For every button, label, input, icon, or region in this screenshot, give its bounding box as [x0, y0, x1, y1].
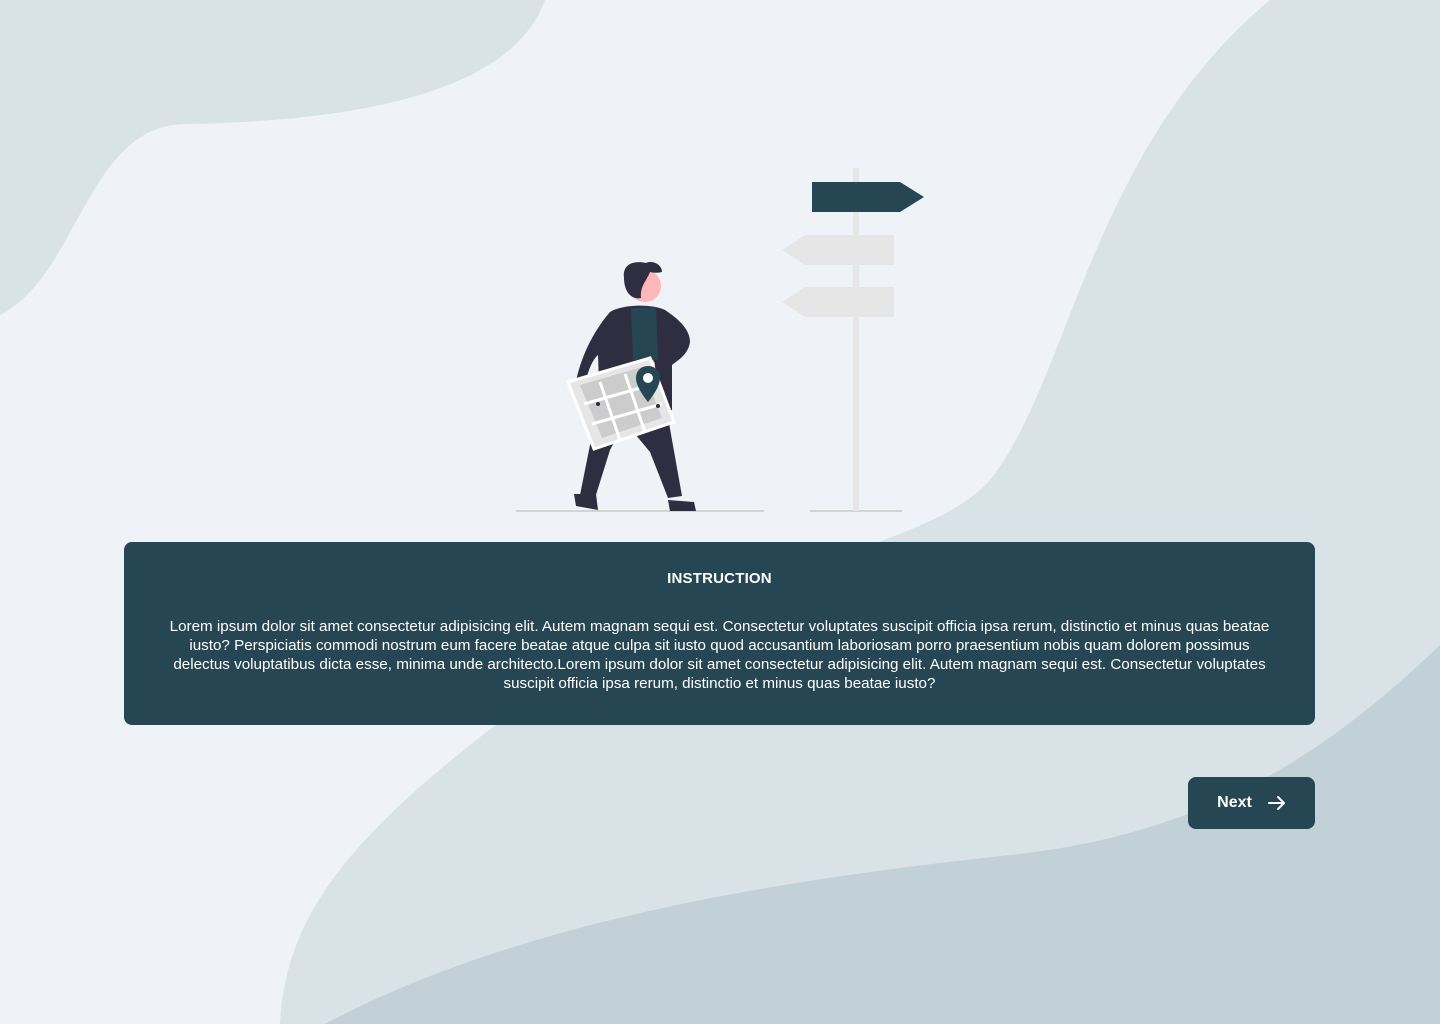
- signpost-arrow-right: [812, 182, 924, 212]
- signpost-pole: [853, 168, 859, 511]
- next-button-label: Next: [1217, 794, 1252, 811]
- background-blob-top-left: [0, 0, 545, 315]
- instruction-card: INSTRUCTION Lorem ipsum dolor sit amet c…: [124, 542, 1315, 725]
- signpost-arrow-left-upper: [782, 235, 894, 265]
- arrow-right-icon: [1267, 796, 1285, 810]
- person-scarf: [631, 307, 658, 360]
- instruction-title: INSTRUCTION: [667, 570, 772, 587]
- instruction-body: Lorem ipsum dolor sit amet consectetur a…: [169, 618, 1270, 692]
- person-with-map-illustration: [516, 168, 924, 512]
- person-shoe-right: [668, 500, 696, 511]
- signpost-arrow-left-lower: [782, 287, 894, 317]
- next-button[interactable]: Next: [1188, 777, 1315, 829]
- person-shoe-left: [574, 494, 598, 510]
